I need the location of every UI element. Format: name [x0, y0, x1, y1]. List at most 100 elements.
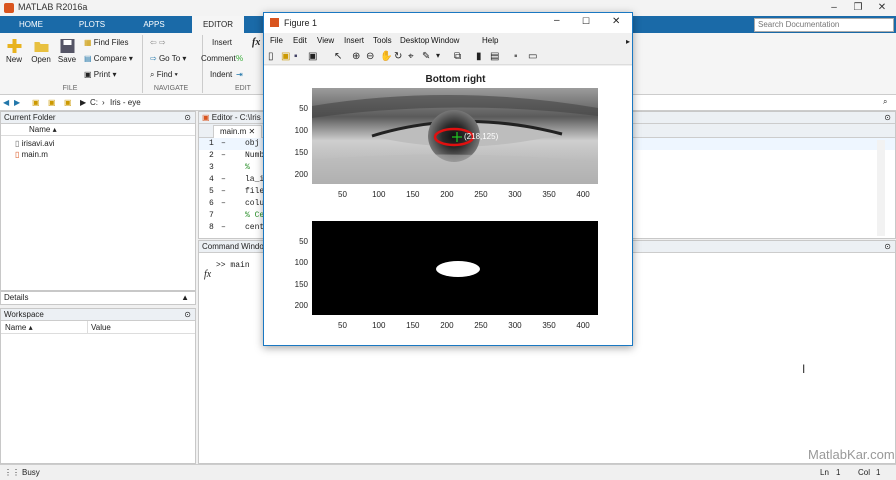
path-folder[interactable]: Iris - eye — [110, 98, 141, 107]
magnifier-icon: ⌕ — [150, 70, 155, 79]
close-tab-icon[interactable]: ✕ — [248, 127, 255, 136]
open-button[interactable]: Open — [29, 39, 53, 64]
new-figure-icon[interactable]: ▯ — [268, 51, 274, 62]
breakpoint-dash[interactable]: – — [221, 222, 226, 234]
find-button[interactable]: ⌕ Find ▾ — [150, 70, 178, 80]
brush-icon[interactable]: ✎ — [422, 51, 430, 62]
breakpoint-dash[interactable]: – — [221, 198, 226, 210]
plot2-mask-image[interactable] — [312, 221, 598, 315]
tab-home[interactable]: HOME — [8, 16, 54, 33]
line-number: 8 — [209, 223, 214, 232]
pane-menu-icon[interactable]: ⊙ — [884, 241, 891, 253]
comment-icon[interactable]: % — [236, 54, 243, 63]
fx-icon[interactable]: fx — [252, 37, 260, 48]
forward-icon[interactable]: ▶ — [14, 98, 20, 107]
legend-icon[interactable]: ▤ — [490, 51, 499, 62]
indent-button[interactable]: Indent — [210, 70, 232, 79]
compare-button[interactable]: ▤ Compare ▾ — [84, 54, 133, 63]
pane-menu-icon[interactable]: ⊙ — [184, 309, 191, 321]
code-text: % — [245, 163, 250, 172]
folder-up-icon[interactable]: ▣ — [32, 98, 40, 107]
insert-button[interactable]: Insert — [212, 38, 232, 47]
editor-tab-main[interactable]: main.m ✕ — [213, 125, 263, 138]
workspace-col-name[interactable]: Name ▴ — [5, 321, 33, 334]
open-label: Open — [31, 55, 51, 64]
tab-apps[interactable]: APPS — [130, 16, 178, 33]
code-text: Numb — [245, 151, 265, 160]
save-button[interactable]: Save — [56, 39, 78, 64]
path-drive[interactable]: C: — [90, 98, 98, 107]
comment-button[interactable]: Comment — [201, 54, 236, 63]
pan-icon[interactable]: ✋ — [380, 51, 392, 62]
indent-icon[interactable]: ⇥ — [236, 70, 243, 79]
tab-editor[interactable]: EDITOR — [192, 16, 244, 33]
fx-icon[interactable]: fx — [204, 269, 211, 280]
pane-menu-icon[interactable]: ⊙ — [884, 112, 891, 124]
chevron-up-icon[interactable]: ▲ — [181, 292, 189, 304]
minimize-icon[interactable]: – — [822, 0, 846, 16]
figure-menu-insert[interactable]: Insert — [344, 36, 364, 45]
command-prompt[interactable]: >> main — [216, 261, 250, 270]
code-text: colu — [245, 199, 265, 208]
nav-arrows[interactable]: ⇦ ⇨ — [150, 38, 166, 47]
hide-tools-icon[interactable]: ▪ — [514, 51, 518, 62]
list-item[interactable]: ▯ main.m — [1, 149, 195, 160]
maximize-icon[interactable]: ☐ — [582, 16, 590, 27]
dropdown-icon[interactable]: ▾ — [436, 51, 440, 60]
breakpoint-dash[interactable]: – — [221, 186, 226, 198]
close-icon[interactable]: ✕ — [612, 16, 620, 27]
zoom-out-icon[interactable]: ⊖ — [366, 51, 374, 62]
column-header-name[interactable]: Name ▴ — [1, 124, 195, 136]
rotate-icon[interactable]: ↻ — [394, 51, 402, 62]
path-separator: › — [102, 98, 105, 107]
link-plot-icon[interactable]: ⧉ — [454, 51, 461, 62]
figure-menu-view[interactable]: View — [317, 36, 334, 45]
figure-menu-file[interactable]: File — [270, 36, 283, 45]
back-icon[interactable]: ◀ — [3, 98, 9, 107]
figure-menu-tools[interactable]: Tools — [373, 36, 392, 45]
maximize-icon[interactable]: ❐ — [846, 0, 870, 16]
search-path-icon[interactable]: ⌕ — [883, 97, 887, 107]
line-number: 4 — [209, 175, 214, 184]
save-figure-icon[interactable]: ▪ — [294, 51, 298, 62]
breakpoint-dash[interactable]: – — [221, 174, 226, 186]
pointer-icon[interactable]: ↖ — [334, 51, 342, 62]
x-tick-label: 300 — [508, 190, 522, 199]
tab-plots[interactable]: PLOTS — [68, 16, 116, 33]
figure-menu-help[interactable]: Help — [482, 36, 498, 45]
details-title: Details — [4, 293, 29, 302]
dock-icon[interactable]: ▭ — [528, 51, 537, 62]
open-file-icon[interactable]: ▣ — [281, 51, 290, 62]
figure-menu-window[interactable]: Window — [431, 36, 459, 45]
print-icon[interactable]: ▣ — [308, 51, 317, 62]
figure-title-bar: Figure 1 – ☐ ✕ — [264, 13, 632, 33]
pane-menu-icon[interactable]: ⊙ — [184, 112, 191, 124]
close-icon[interactable]: ✕ — [870, 0, 894, 16]
breakpoint-dash[interactable]: – — [221, 138, 226, 150]
x-tick-label: 400 — [576, 190, 590, 199]
minimize-icon[interactable]: – — [554, 15, 560, 26]
plus-icon — [7, 39, 21, 53]
editor-scrollbar[interactable] — [877, 140, 885, 236]
col-value: 1 — [876, 468, 881, 477]
figure-menu-desktop[interactable]: Desktop — [400, 36, 429, 45]
find-files-button[interactable]: ▦ Find Files — [84, 38, 128, 47]
data-cursor-icon[interactable]: ⌖ — [408, 51, 414, 62]
plot1-eye-image[interactable] — [312, 88, 598, 184]
list-item[interactable]: ▯ irisavi.avi — [1, 138, 195, 149]
print-button[interactable]: ▣ Print ▾ — [84, 70, 117, 79]
colorbar-icon[interactable]: ▮ — [476, 51, 482, 62]
workspace-col-value[interactable]: Value — [91, 321, 111, 334]
zoom-in-icon[interactable]: ⊕ — [352, 51, 360, 62]
ws-name-label: Name — [5, 323, 27, 332]
m-file-icon: ▯ — [15, 150, 20, 159]
go-to-button[interactable]: ⇨ Go To ▾ — [150, 54, 186, 63]
new-button[interactable]: New — [3, 39, 25, 64]
browse-folder-icon[interactable]: ▣ — [48, 98, 56, 107]
menu-overflow-icon[interactable]: ▸ — [626, 37, 630, 46]
breakpoint-dash[interactable]: – — [221, 150, 226, 162]
go-to-label: Go To — [158, 54, 181, 63]
search-input[interactable]: Search Documentation — [754, 18, 894, 32]
status-grip-icon: ⋮⋮ — [4, 468, 20, 477]
figure-menu-edit[interactable]: Edit — [293, 36, 307, 45]
